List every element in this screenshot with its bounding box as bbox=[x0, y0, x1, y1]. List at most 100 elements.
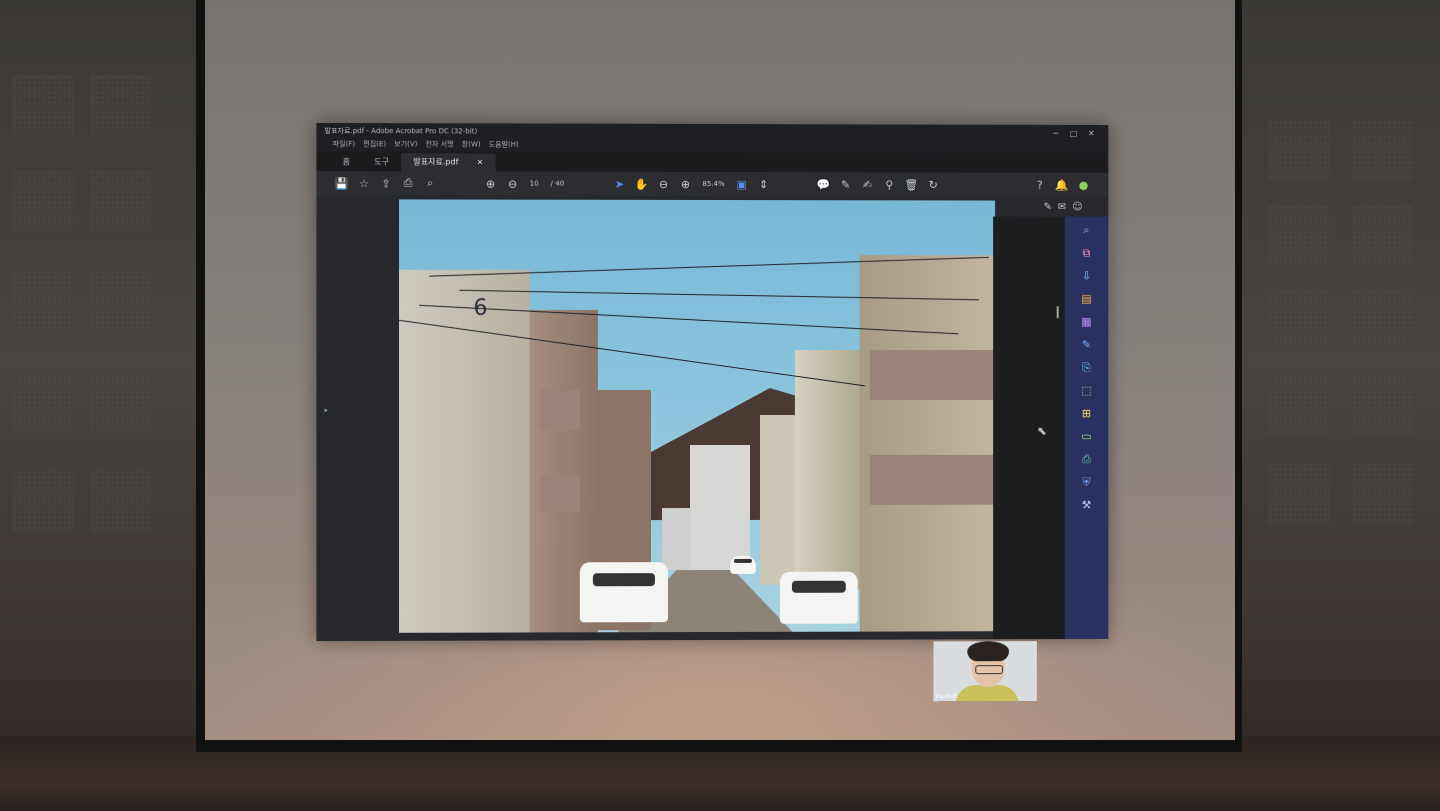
page-margin bbox=[993, 216, 1065, 640]
acoustic-panel bbox=[1352, 462, 1414, 524]
tab-document[interactable]: 발표자료.pdf × bbox=[401, 153, 496, 172]
acrobat-window: 발표자료.pdf - Adobe Acrobat Pro DC (32-bit)… bbox=[316, 122, 1109, 702]
prepare-form-icon[interactable]: ⊞ bbox=[1082, 406, 1091, 422]
zoom-level-select[interactable]: 85.4% bbox=[702, 180, 724, 188]
menu-view[interactable]: 보기(V) bbox=[394, 139, 417, 151]
tab-document-label: 발표자료.pdf bbox=[413, 157, 459, 167]
bookmark-star-icon[interactable]: ☆ bbox=[353, 177, 375, 190]
tab-tools[interactable]: 도구 bbox=[362, 153, 401, 171]
acoustic-panel bbox=[90, 470, 152, 532]
help-icon[interactable]: ? bbox=[1029, 178, 1051, 191]
zoom-search-icon[interactable]: ⌕ bbox=[1083, 223, 1089, 239]
person-hair bbox=[967, 641, 1010, 662]
white-car bbox=[779, 571, 858, 624]
acoustic-panel bbox=[90, 170, 152, 232]
protect-shield-icon[interactable]: ⛨ bbox=[1082, 475, 1090, 491]
tab-close-icon[interactable]: × bbox=[477, 153, 484, 171]
acoustic-panel bbox=[12, 170, 74, 232]
acoustic-panel bbox=[1268, 290, 1330, 352]
minimize-button[interactable]: ─ bbox=[1047, 128, 1065, 137]
acoustic-panel bbox=[90, 270, 152, 332]
menu-e-sign[interactable]: 전자 서명 bbox=[425, 139, 453, 151]
pen-icon[interactable]: ✎ bbox=[834, 178, 856, 191]
tab-home[interactable]: 홈 bbox=[331, 153, 363, 171]
tools-sidebar: ⌕ ⧉ ⇩ ▤ ▦ ✎ ⎘ ⬚ ⊞ ▭ ⎙ ⛨ ⚒ bbox=[1064, 216, 1109, 640]
close-button[interactable]: ✕ bbox=[1082, 128, 1100, 137]
hand-tool-icon[interactable]: ✋ bbox=[630, 177, 652, 190]
building bbox=[399, 269, 530, 633]
mail-icon[interactable]: ✉ bbox=[1058, 201, 1066, 212]
acoustic-panel bbox=[1268, 205, 1330, 267]
acoustic-panel bbox=[90, 75, 152, 137]
building bbox=[859, 255, 996, 633]
maximize-button[interactable]: □ bbox=[1065, 128, 1083, 137]
combine-files-icon[interactable]: ⬚ bbox=[1081, 383, 1091, 399]
menu-bar: 파일(F) 편집(E) 보기(V) 전자 서명 창(W) 도움말(H) bbox=[316, 139, 1108, 153]
acoustic-panel bbox=[1268, 462, 1330, 524]
more-tools-icon[interactable]: ⚒ bbox=[1082, 498, 1092, 514]
vertical-scrollbar[interactable] bbox=[1056, 306, 1059, 319]
next-page-icon[interactable]: ⊖ bbox=[502, 177, 524, 190]
acoustic-panel bbox=[1268, 375, 1330, 437]
search-icon[interactable]: ⌕ bbox=[419, 176, 441, 190]
acoustic-panel bbox=[12, 270, 74, 332]
left-panel-toggle-icon[interactable]: ▸ bbox=[325, 406, 329, 414]
title-bar: 발표자료.pdf - Adobe Acrobat Pro DC (32-bit)… bbox=[316, 123, 1108, 141]
menu-edit[interactable]: 편집(E) bbox=[363, 139, 386, 151]
comment-icon[interactable]: 💬 bbox=[813, 178, 835, 191]
main-toolbar: 💾 ☆ ⇪ ⎙ ⌕ ⊕ ⊖ 10 / 40 ➤ ✋ ⊖ ⊕ 85.4% ▣ ⇕ … bbox=[316, 171, 1109, 197]
print-icon[interactable]: ⎙ bbox=[397, 176, 419, 190]
notification-bell-icon[interactable]: 🔔 bbox=[1051, 178, 1073, 191]
menu-help[interactable]: 도움말(H) bbox=[489, 139, 519, 151]
menu-file[interactable]: 파일(F) bbox=[333, 139, 356, 151]
rotate-icon[interactable]: ↻ bbox=[922, 178, 944, 191]
comment-bubble-icon[interactable]: ▭ bbox=[1081, 429, 1091, 445]
zoom-in-icon[interactable]: ⊕ bbox=[674, 177, 696, 190]
slide-photo-street: 6 bbox=[399, 199, 996, 633]
balcony bbox=[869, 350, 996, 400]
page-number-input[interactable]: 10 bbox=[530, 180, 539, 188]
acoustic-panel bbox=[1268, 120, 1330, 182]
webcam-name-label: Ira-Hull bbox=[935, 693, 958, 701]
comment-tool-icon[interactable]: ⇩ bbox=[1082, 268, 1091, 284]
acoustic-panel bbox=[12, 370, 74, 432]
acoustic-panel bbox=[90, 370, 152, 432]
export-pdf-icon[interactable]: ⧉ bbox=[1083, 246, 1091, 262]
webcam-overlay: Ira-Hull bbox=[933, 641, 1037, 702]
edit-pdf-icon[interactable]: ✎ bbox=[1044, 201, 1052, 212]
balcony bbox=[869, 454, 996, 505]
balcony bbox=[539, 390, 580, 431]
trash-icon[interactable]: 🗑 bbox=[900, 178, 922, 191]
upload-cloud-icon[interactable]: ⇪ bbox=[375, 177, 397, 190]
previous-page-icon[interactable]: ⊕ bbox=[479, 177, 501, 190]
acoustic-panel bbox=[1352, 375, 1414, 437]
acoustic-panel bbox=[1352, 290, 1414, 352]
user-avatar-icon[interactable]: ● bbox=[1073, 178, 1095, 191]
select-cursor-icon[interactable]: ➤ bbox=[608, 177, 630, 190]
scan-ocr-icon[interactable]: ⎙ bbox=[1082, 452, 1091, 468]
edit-pdf-tool-icon[interactable]: ⎘ bbox=[1082, 360, 1091, 376]
scroll-mode-icon[interactable]: ⇕ bbox=[753, 178, 775, 191]
organize-pages-icon[interactable]: ▤ bbox=[1081, 291, 1091, 307]
fit-page-icon[interactable]: ▣ bbox=[731, 178, 753, 191]
person-body bbox=[955, 685, 1019, 702]
zoom-out-icon[interactable]: ⊖ bbox=[652, 177, 674, 190]
acoustic-panel bbox=[12, 470, 74, 532]
white-car bbox=[579, 562, 668, 623]
menu-window[interactable]: 창(W) bbox=[462, 139, 481, 151]
glasses bbox=[975, 665, 1004, 675]
acoustic-panel bbox=[1352, 205, 1414, 267]
mouse-cursor-icon: ⬉ bbox=[1036, 423, 1047, 438]
acoustic-panel bbox=[1352, 120, 1414, 182]
secondary-toolbar: ✎ ✉ ☺ bbox=[1044, 197, 1083, 217]
account-icon[interactable]: ☺ bbox=[1072, 201, 1082, 212]
stamp-icon[interactable]: ⚲ bbox=[878, 178, 900, 191]
tab-bar: 홈 도구 발표자료.pdf × bbox=[316, 151, 1109, 173]
acoustic-panel bbox=[12, 75, 74, 137]
building bbox=[689, 444, 750, 571]
save-icon[interactable]: 💾 bbox=[331, 177, 353, 190]
create-pdf-icon[interactable]: ▦ bbox=[1081, 314, 1091, 330]
sign-icon[interactable]: ✍ bbox=[856, 178, 878, 191]
fill-sign-icon[interactable]: ✎ bbox=[1082, 337, 1091, 353]
document-area: ✎ ✉ ☺ ▸ 6 bbox=[316, 195, 1109, 702]
